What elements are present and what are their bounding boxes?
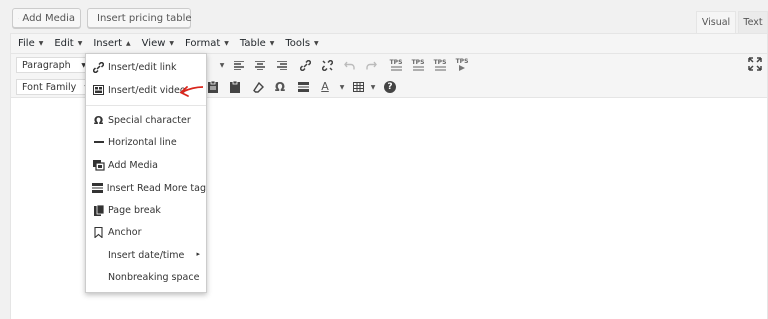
fullscreen-icon[interactable] [748,57,762,71]
add-media-label: Add Media [22,12,75,24]
paste-icon[interactable] [226,79,244,95]
chevron-down-icon: ▼ [269,40,275,47]
insert-menu-label: Insert/edit link [108,61,177,73]
menu-view-label: View [141,38,166,49]
redo-icon[interactable] [362,57,380,73]
menu-insert-label: Insert [93,38,123,49]
insert-menu-item-page-break[interactable]: Page break [86,200,206,220]
page-break-icon [92,204,105,217]
menu-edit-label: Edit [54,38,74,49]
insert-menu-label: Nonbreaking space [108,271,200,283]
insert-pricing-table-button[interactable]: Insert pricing table [87,8,192,28]
align-left-icon[interactable] [230,57,248,73]
insert-menu-item-add-media[interactable]: Add Media [86,155,206,175]
chevron-down-icon[interactable]: ▼ [364,79,382,95]
insert-menu-item-date-time[interactable]: Insert date/time ▸ [86,245,206,265]
clear-formatting-icon[interactable] [249,79,267,95]
insert-menu-label: Insert date/time [108,249,185,261]
chevron-down-icon: ▼ [314,40,319,47]
paragraph-select-value: Paragraph [22,59,71,71]
chevron-down-icon[interactable]: ▼ [213,57,231,73]
read-more-icon[interactable] [294,79,312,95]
insert-menu-item-special-character[interactable]: Ω Special character [86,110,206,130]
omega-icon[interactable]: Ω [271,79,289,95]
editor-menubar: File ▼ Edit ▼ Insert ▲ View ▼ Format ▼ Table ▼… [11,34,767,54]
tps-list-icon-2[interactable]: TPS [409,57,427,73]
insert-menu-item-link[interactable]: Insert/edit link [86,57,206,77]
menu-file[interactable]: File ▼ [18,38,43,49]
insert-menu-label: Special character [108,114,191,126]
tps-play-icon[interactable]: TPS [453,57,471,73]
chevron-down-icon: ▼ [77,40,83,47]
text-color-glyph: A [321,80,329,93]
insert-menu-item-horizontal-line[interactable]: Horizontal line [86,132,206,152]
chevron-down-icon: ▼ [169,40,175,47]
chevron-down-icon: ▼ [224,40,229,47]
media-icon [92,159,105,172]
menu-edit[interactable]: Edit ▼ [54,38,82,49]
menu-insert[interactable]: Insert ▲ [93,38,130,49]
bookmark-icon [92,226,105,239]
insert-menu-label: Insert/edit video [108,84,186,96]
align-right-icon[interactable] [273,57,291,73]
undo-icon[interactable] [340,57,358,73]
omega-icon: Ω [93,113,104,127]
font-family-select[interactable]: Font Family▼ [16,79,94,95]
chevron-up-icon: ▲ [126,40,131,47]
insert-pricing-table-label: Insert pricing table [97,12,192,24]
link-icon [92,61,105,74]
insert-menu-item-read-more[interactable]: Insert Read More tag [86,178,206,198]
video-icon [92,84,105,97]
tab-visual[interactable]: Visual [696,11,736,33]
menu-format[interactable]: Format ▼ [185,38,229,49]
insert-menu-label: Anchor [108,226,142,238]
menu-tools[interactable]: Tools ▼ [285,38,318,49]
menu-view[interactable]: View ▼ [142,38,174,49]
insert-menu-label: Horizontal line [108,136,177,148]
menu-file-label: File [18,38,35,49]
menu-divider [86,105,206,106]
read-more-icon [92,182,104,195]
tab-text[interactable]: Text [738,11,768,33]
insert-menu-item-nonbreaking-space[interactable]: Nonbreaking space [86,267,206,287]
insert-menu-label: Add Media [108,159,158,171]
menu-format-label: Format [185,38,221,49]
text-color-icon[interactable]: A [316,79,334,95]
tps-list-icon-3[interactable]: TPS [431,57,449,73]
insert-menu-item-anchor[interactable]: Anchor [86,222,206,242]
align-center-icon[interactable] [251,57,269,73]
font-family-select-value: Font Family [22,81,77,93]
chevron-down-icon: ▼ [38,40,44,47]
insert-menu-label: Page break [108,204,161,216]
menu-table[interactable]: Table ▼ [240,38,274,49]
horizontal-line-icon [92,136,105,149]
link-icon[interactable] [296,57,314,73]
add-media-button[interactable]: Add Media [12,8,81,28]
paragraph-select[interactable]: Paragraph ▼ [16,57,91,73]
help-glyph: ? [384,81,396,93]
help-icon[interactable]: ? [381,79,399,95]
insert-menu-label: Insert Read More tag [106,182,206,194]
annotation-arrow-icon [179,86,204,97]
menu-table-label: Table [239,38,266,49]
menu-tools-label: Tools [285,38,311,49]
unlink-icon[interactable] [318,57,336,73]
tps-list-icon-1[interactable]: TPS [387,57,405,73]
chevron-right-icon: ▸ [196,250,200,258]
